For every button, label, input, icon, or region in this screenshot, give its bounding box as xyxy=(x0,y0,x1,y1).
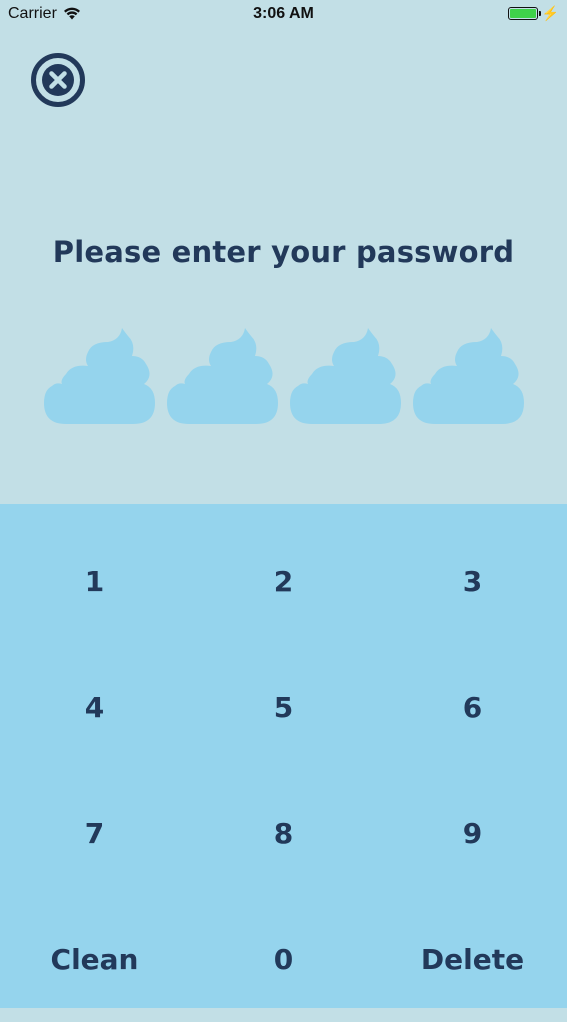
password-indicators xyxy=(44,328,524,428)
page-title: Please enter your password xyxy=(52,235,515,269)
delete-button[interactable]: Delete xyxy=(378,896,567,1022)
close-circle-icon xyxy=(31,53,85,107)
poop-icon xyxy=(413,328,524,424)
charging-bolt-icon: ⚡ xyxy=(541,5,559,21)
battery-group: ⚡ xyxy=(507,5,559,21)
key-9[interactable]: 9 xyxy=(378,770,567,896)
battery-icon xyxy=(507,6,541,20)
key-1[interactable]: 1 xyxy=(0,518,189,644)
clean-button[interactable]: Clean xyxy=(0,896,189,1022)
key-7[interactable]: 7 xyxy=(0,770,189,896)
key-6[interactable]: 6 xyxy=(378,644,567,770)
status-time: 3:06 AM xyxy=(253,5,314,22)
poop-icon xyxy=(290,328,401,424)
key-4[interactable]: 4 xyxy=(0,644,189,770)
battery-level-fill xyxy=(509,8,536,18)
key-0[interactable]: 0 xyxy=(189,896,378,1022)
key-8[interactable]: 8 xyxy=(189,770,378,896)
number-keypad: 1 2 3 4 5 6 7 8 9 Clean 0 Delete xyxy=(0,504,567,1008)
poop-icon xyxy=(167,328,278,424)
status-bar: Carrier 3:06 AM ⚡ xyxy=(0,0,567,30)
password-header-area: Carrier 3:06 AM ⚡ Please enter your pass… xyxy=(0,0,567,504)
poop-icon xyxy=(44,328,155,424)
close-button[interactable] xyxy=(30,52,86,108)
key-5[interactable]: 5 xyxy=(189,644,378,770)
key-2[interactable]: 2 xyxy=(189,518,378,644)
key-3[interactable]: 3 xyxy=(378,518,567,644)
